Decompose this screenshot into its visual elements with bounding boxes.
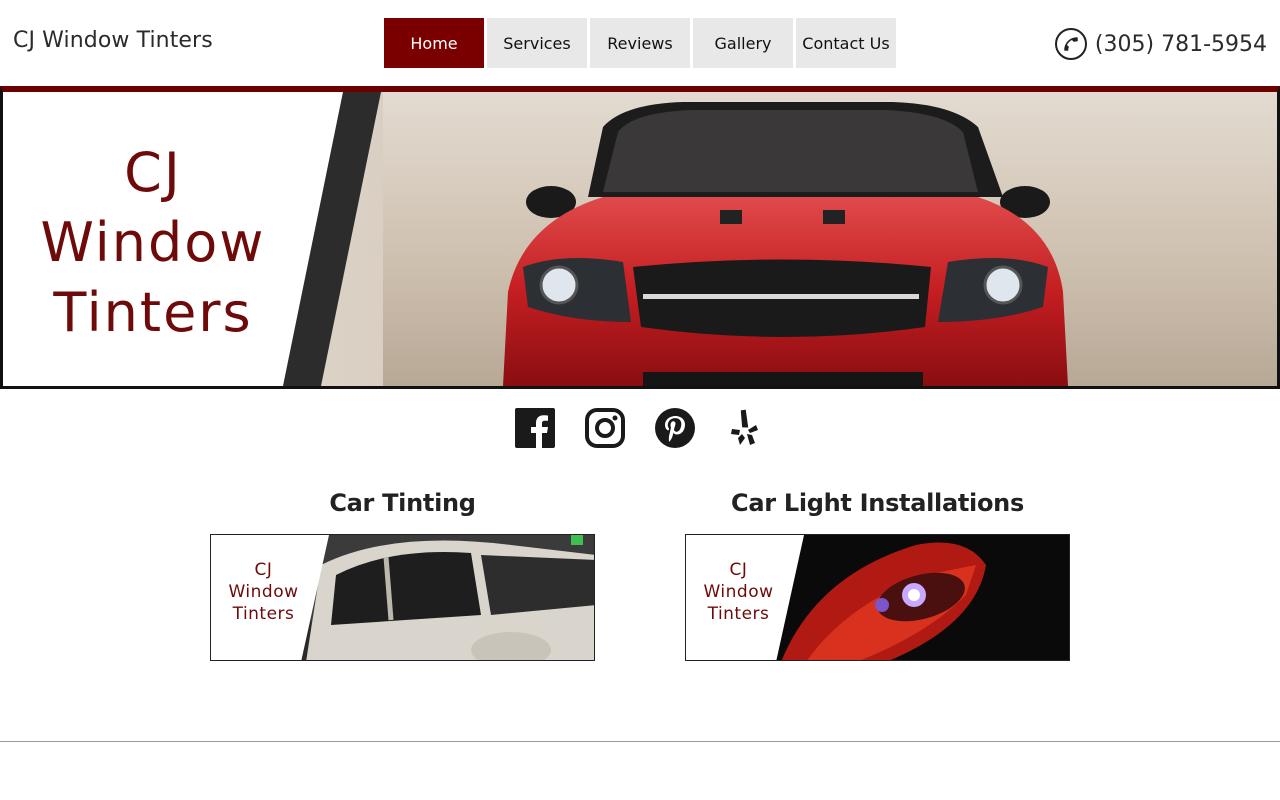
pinterest-icon[interactable]: [655, 408, 695, 448]
hero-logo: CJ Window Tinters: [3, 138, 303, 348]
thumb-logo-line-3: Tinters: [232, 604, 295, 624]
thumb-logo-line-2: Window: [228, 582, 299, 602]
thumb-logo-line-1: CJ: [729, 560, 748, 580]
thumb-logo: CJ Window Tinters: [211, 559, 316, 625]
site-title[interactable]: CJ Window Tinters: [13, 28, 213, 53]
nav-item-home[interactable]: Home: [384, 18, 484, 68]
service-title[interactable]: Car Light Installations: [685, 486, 1070, 522]
footer-divider: [0, 741, 1280, 742]
thumb-logo-line-1: CJ: [254, 560, 273, 580]
service-image-car-light-installations[interactable]: CJ Window Tinters: [685, 534, 1070, 661]
social-links: [515, 408, 765, 448]
service-title[interactable]: Car Tinting: [210, 486, 595, 522]
phone-contact[interactable]: (305) 781-5954: [1054, 28, 1267, 60]
nav-item-reviews[interactable]: Reviews: [590, 18, 690, 68]
thumb-logo-line-2: Window: [703, 582, 774, 602]
service-image-car-tinting[interactable]: CJ Window Tinters: [210, 534, 595, 661]
facebook-icon[interactable]: [515, 408, 555, 448]
hero-logo-line-2: Window: [40, 211, 266, 274]
yelp-icon[interactable]: [725, 408, 765, 448]
service-car-light-installations: Car Light Installations CJ Window Tinter…: [685, 486, 1070, 661]
hero-logo-line-3: Tinters: [53, 281, 253, 344]
hero-banner: CJ Window Tinters: [0, 86, 1280, 389]
phone-icon: [1054, 28, 1087, 60]
main-nav: Home Services Reviews Gallery Contact Us: [384, 18, 896, 68]
site-header: CJ Window Tinters Home Services Reviews …: [0, 0, 1280, 86]
instagram-icon[interactable]: [585, 408, 625, 448]
nav-item-gallery[interactable]: Gallery: [693, 18, 793, 68]
hero-logo-line-1: CJ: [124, 141, 182, 204]
phone-number: (305) 781-5954: [1094, 31, 1267, 57]
nav-item-services[interactable]: Services: [487, 18, 587, 68]
thumb-logo: CJ Window Tinters: [686, 559, 791, 625]
nav-item-contact-us[interactable]: Contact Us: [796, 18, 896, 68]
thumb-logo-line-3: Tinters: [707, 604, 770, 624]
service-car-tinting: Car Tinting CJ Window Tinters: [210, 486, 595, 661]
